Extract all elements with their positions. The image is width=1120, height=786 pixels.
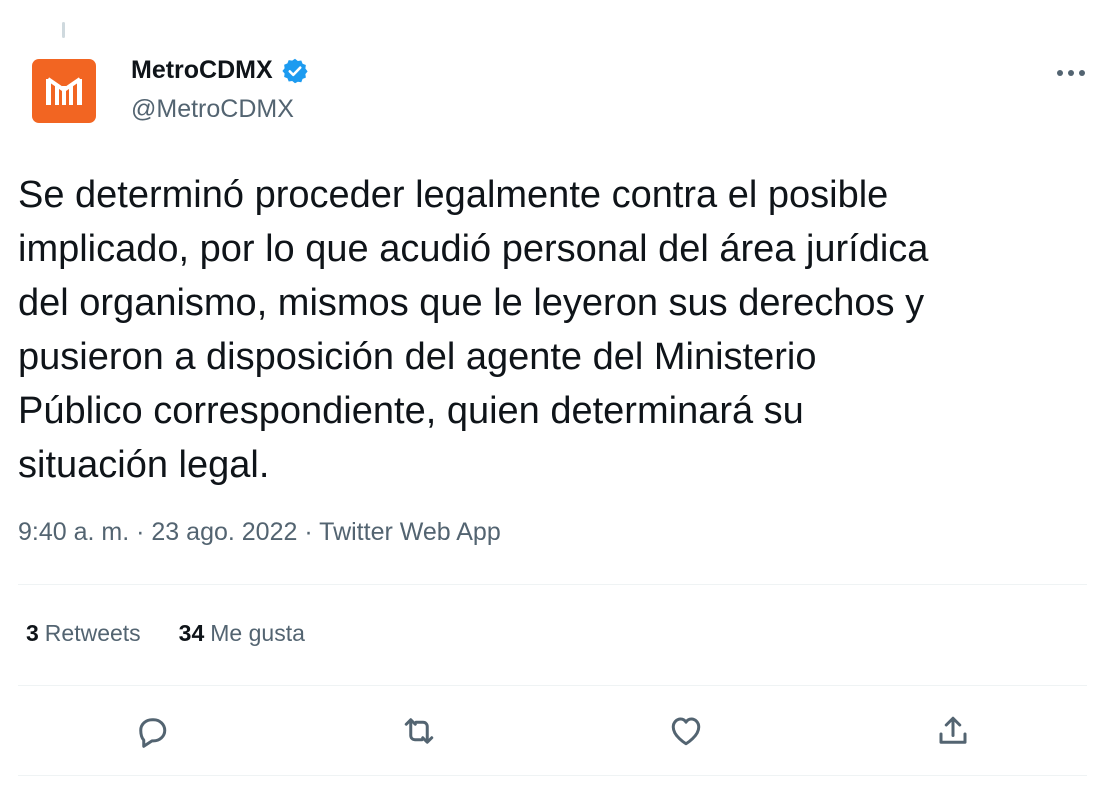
share-button[interactable] [932,710,974,752]
like-icon [671,717,701,746]
tweet-stats: 3 Retweets 34 Me gusta [26,620,305,647]
meta-separator: · [136,518,145,546]
retweets-label: Retweets [44,620,141,646]
retweets-count: 3 [26,620,39,646]
handle[interactable]: @MetroCDMX [131,95,294,124]
tweet-text: Se determinó proceder legalmente contra … [18,174,929,486]
reply-icon [139,718,167,748]
thread-line [62,22,65,38]
retweet-icon [404,718,434,744]
reply-button[interactable] [131,710,173,752]
tweet-source[interactable]: Twitter Web App [319,518,501,546]
likes-count: 34 [178,620,205,646]
divider [18,584,1087,585]
retweets-stat[interactable]: 3 Retweets [26,620,141,647]
metro-logo-icon [46,77,82,105]
author-name-row[interactable]: MetroCDMX [131,56,309,85]
more-options-button[interactable] [1054,62,1088,84]
display-name[interactable]: MetroCDMX [131,56,273,85]
meta-separator: · [304,518,313,546]
likes-label: Me gusta [210,620,305,646]
verified-badge-icon [282,58,308,83]
divider [18,685,1087,686]
retweet-button[interactable] [398,710,440,752]
divider [18,775,1087,776]
likes-stat[interactable]: 34 Me gusta [179,620,305,647]
avatar[interactable] [32,59,96,123]
tweet-time[interactable]: 9:40 a. m. [18,518,129,546]
tweet-date[interactable]: 23 ago. 2022 [151,518,297,546]
tweet-meta: 9:40 a. m. · 23 ago. 2022 · Twitter Web … [18,518,501,547]
like-button[interactable] [665,710,707,752]
share-icon [939,716,967,744]
more-dots-icon [1057,70,1085,76]
